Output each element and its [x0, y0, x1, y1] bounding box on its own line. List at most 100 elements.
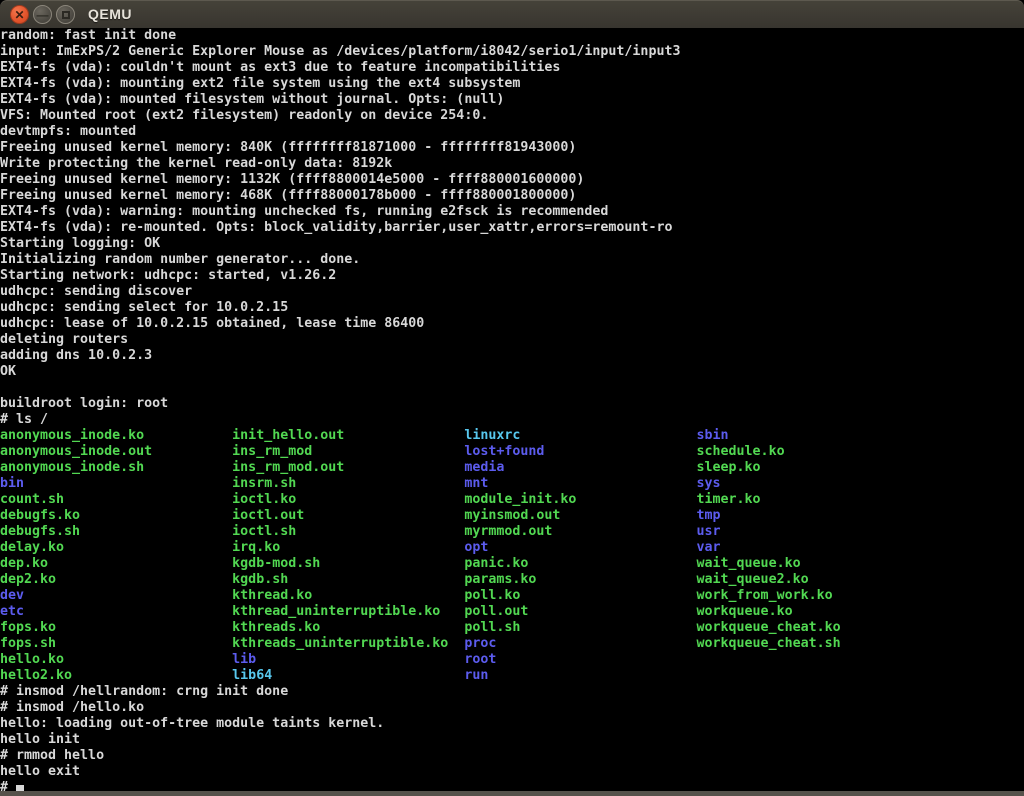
terminal-text-segment: tmp	[697, 508, 721, 523]
terminal-text-segment: bin	[0, 476, 232, 491]
terminal-line: EXT4-fs (vda): couldn't mount as ext3 du…	[0, 60, 1024, 76]
terminal-text-segment: Freeing unused kernel memory: 1132K (fff…	[0, 172, 584, 187]
terminal-text-segment: params.ko	[464, 572, 696, 587]
minimize-button[interactable]: —	[33, 5, 52, 24]
terminal-line: VFS: Mounted root (ext2 filesystem) read…	[0, 108, 1024, 124]
terminal-line: debugfs.ko ioctl.out myinsmod.out tmp	[0, 508, 1024, 524]
terminal-text-segment: Freeing unused kernel memory: 840K (ffff…	[0, 140, 576, 155]
terminal-line	[0, 380, 1024, 396]
terminal-text-segment: kthread.ko	[232, 588, 464, 603]
terminal-line: dev kthread.ko poll.ko work_from_work.ko	[0, 588, 1024, 604]
terminal-line: hello.ko lib root	[0, 652, 1024, 668]
terminal-line: # ls /	[0, 412, 1024, 428]
terminal-text-segment: EXT4-fs (vda): couldn't mount as ext3 du…	[0, 60, 560, 75]
terminal-line: anonymous_inode.ko init_hello.out linuxr…	[0, 428, 1024, 444]
terminal-text-segment: ins_rm_mod.out	[232, 460, 464, 475]
terminal-text-segment: poll.ko	[464, 588, 696, 603]
terminal-text-segment: delay.ko	[0, 540, 232, 555]
terminal-line: # insmod /hello.ko	[0, 700, 1024, 716]
terminal-line: hello exit	[0, 764, 1024, 780]
terminal-text-segment: kthreads.ko	[232, 620, 464, 635]
terminal-text-segment: hello init	[0, 732, 80, 747]
terminal-text-segment: ins_rm_mod	[232, 444, 464, 459]
terminal-text-segment: myrmmod.out	[464, 524, 696, 539]
terminal-text-segment: hello2.ko	[0, 668, 232, 683]
terminal-text-segment: EXT4-fs (vda): mounting ext2 file system…	[0, 76, 520, 91]
terminal-text-segment: random: fast init done	[0, 28, 176, 43]
terminal-screen[interactable]: random: fast init doneinput: ImExPS/2 Ge…	[0, 28, 1024, 796]
terminal-line: input: ImExPS/2 Generic Explorer Mouse a…	[0, 44, 1024, 60]
terminal-line: EXT4-fs (vda): re-mounted. Opts: block_v…	[0, 220, 1024, 236]
terminal-text-segment: workqueue_cheat.ko	[697, 620, 841, 635]
terminal-text-segment: poll.sh	[464, 620, 696, 635]
close-button[interactable]: ✕	[10, 5, 29, 24]
maximize-icon	[62, 11, 70, 19]
terminal-text-segment: work_from_work.ko	[697, 588, 833, 603]
terminal-text-segment: dep2.ko	[0, 572, 232, 587]
terminal-text-segment: wait_queue2.ko	[697, 572, 809, 587]
terminal-line: etc kthread_uninterruptible.ko poll.out …	[0, 604, 1024, 620]
terminal-line: Freeing unused kernel memory: 468K (ffff…	[0, 188, 1024, 204]
terminal-text-segment: fops.ko	[0, 620, 232, 635]
terminal-line: Starting network: udhcpc: started, v1.26…	[0, 268, 1024, 284]
terminal-line: Starting logging: OK	[0, 236, 1024, 252]
terminal-line: anonymous_inode.out ins_rm_mod lost+foun…	[0, 444, 1024, 460]
terminal-text-segment: OK	[0, 364, 16, 379]
terminal-text-segment: EXT4-fs (vda): warning: mounting uncheck…	[0, 204, 608, 219]
terminal-text-segment: hello exit	[0, 764, 80, 779]
terminal-text-segment: debugfs.sh	[0, 524, 232, 539]
terminal-line: random: fast init done	[0, 28, 1024, 44]
terminal-text-segment: # ls /	[0, 412, 48, 427]
terminal-text-segment: lib64	[232, 668, 464, 683]
maximize-button[interactable]	[56, 5, 75, 24]
terminal-text-segment: EXT4-fs (vda): re-mounted. Opts: block_v…	[0, 220, 672, 235]
terminal-line: deleting routers	[0, 332, 1024, 348]
terminal-text-segment: kgdb.sh	[232, 572, 464, 587]
terminal-text-segment: timer.ko	[697, 492, 761, 507]
terminal-text-segment: irq.ko	[232, 540, 464, 555]
terminal-text-segment: init_hello.out	[232, 428, 464, 443]
terminal-text-segment: etc	[0, 604, 232, 619]
terminal-text-segment: ioctl.sh	[232, 524, 464, 539]
terminal-text-segment: sbin	[697, 428, 729, 443]
terminal-line: EXT4-fs (vda): mounted filesystem withou…	[0, 92, 1024, 108]
terminal-text-segment: wait_queue.ko	[697, 556, 801, 571]
minimize-icon: —	[37, 9, 49, 21]
terminal-line: fops.ko kthreads.ko poll.sh workqueue_ch…	[0, 620, 1024, 636]
terminal-text-segment: schedule.ko	[697, 444, 785, 459]
terminal-text-segment: run	[464, 668, 696, 683]
terminal-text-segment: ioctl.ko	[232, 492, 464, 507]
terminal-text-segment: myinsmod.out	[464, 508, 696, 523]
terminal-text-segment: anonymous_inode.ko	[0, 428, 232, 443]
terminal-line: delay.ko irq.ko opt var	[0, 540, 1024, 556]
terminal-text-segment: devtmpfs: mounted	[0, 124, 136, 139]
terminal-text-segment: root	[464, 652, 696, 667]
terminal-text-segment: hello: loading out-of-tree module taints…	[0, 716, 384, 731]
terminal-line: devtmpfs: mounted	[0, 124, 1024, 140]
terminal-line: Freeing unused kernel memory: 1132K (fff…	[0, 172, 1024, 188]
terminal-text-segment: panic.ko	[464, 556, 696, 571]
qemu-window: ✕ — QEMU random: fast init doneinput: Im…	[0, 0, 1024, 796]
terminal-text-segment: usr	[697, 524, 721, 539]
terminal-text-segment: poll.out	[464, 604, 696, 619]
terminal-line: OK	[0, 364, 1024, 380]
terminal-line: Initializing random number generator... …	[0, 252, 1024, 268]
terminal-text-segment: linuxrc	[464, 428, 696, 443]
terminal-text-segment: ioctl.out	[232, 508, 464, 523]
terminal-text-segment: anonymous_inode.sh	[0, 460, 232, 475]
window-titlebar: ✕ — QEMU	[0, 0, 1024, 28]
terminal-line: udhcpc: sending select for 10.0.2.15	[0, 300, 1024, 316]
terminal-text-segment: lost+found	[464, 444, 696, 459]
terminal-text-segment: anonymous_inode.out	[0, 444, 232, 459]
terminal-line: udhcpc: lease of 10.0.2.15 obtained, lea…	[0, 316, 1024, 332]
terminal-text-segment: dev	[0, 588, 232, 603]
terminal-line: fops.sh kthreads_uninterruptible.ko proc…	[0, 636, 1024, 652]
terminal-text-segment: hello.ko	[0, 652, 232, 667]
terminal-line: buildroot login: root	[0, 396, 1024, 412]
terminal-text-segment: EXT4-fs (vda): mounted filesystem withou…	[0, 92, 504, 107]
terminal-text-segment: module_init.ko	[464, 492, 696, 507]
terminal-text-segment: Initializing random number generator... …	[0, 252, 360, 267]
terminal-text-segment: mnt	[464, 476, 696, 491]
terminal-text-segment: lib	[232, 652, 464, 667]
terminal-line: # rmmod hello	[0, 748, 1024, 764]
